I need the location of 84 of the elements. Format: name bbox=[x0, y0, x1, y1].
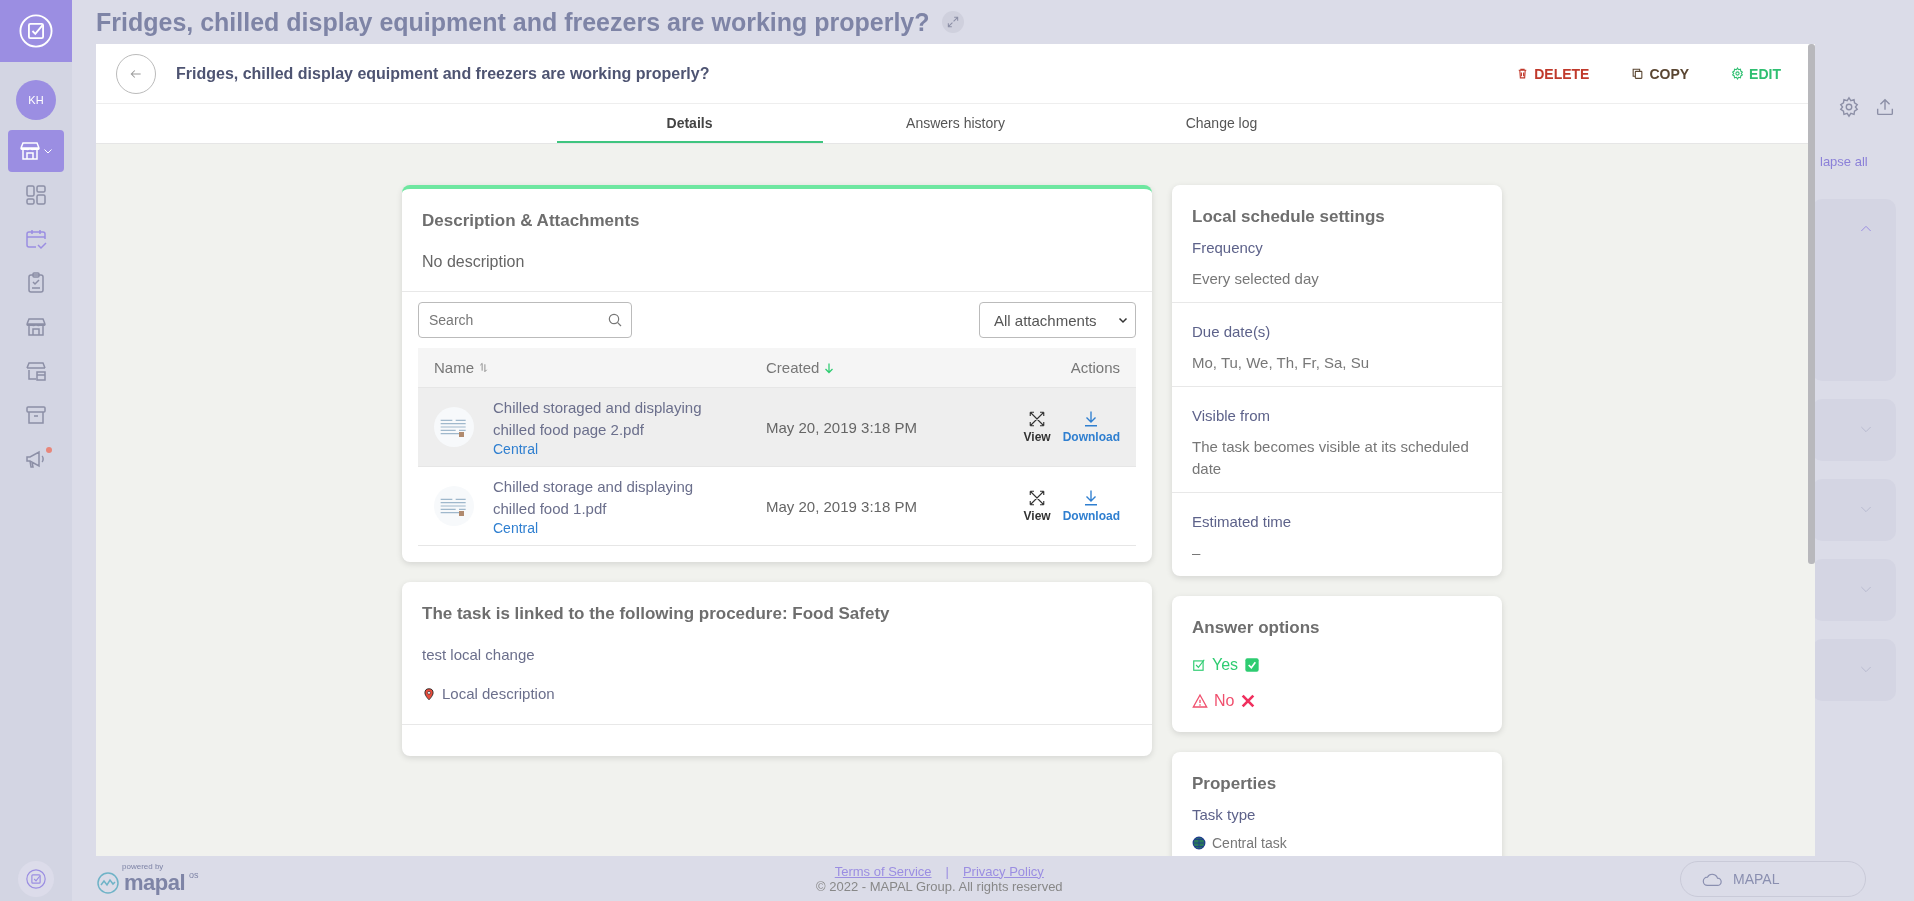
document-thumbnail bbox=[434, 486, 474, 526]
field-label: Visible from bbox=[1192, 407, 1272, 424]
archive-box-icon bbox=[24, 403, 48, 427]
field-value: Mo, Tu, We, Th, Fr, Sa, Su bbox=[1192, 353, 1370, 373]
sort-arrows-icon[interactable] bbox=[478, 362, 489, 373]
card-title: Description & Attachments bbox=[422, 211, 641, 231]
checkbox-logo-icon bbox=[19, 14, 53, 48]
source-label: Central bbox=[493, 520, 540, 536]
description-text: No description bbox=[422, 253, 526, 271]
page-title: Fridges, chilled display equipment and freezers are working properly? bbox=[96, 7, 930, 37]
expand-arrows-icon bbox=[1028, 489, 1047, 507]
cross-icon bbox=[1240, 693, 1257, 709]
delete-button[interactable]: DELETE bbox=[1512, 61, 1594, 86]
checkbox-outline-icon bbox=[1192, 658, 1206, 672]
location-label: Local description bbox=[442, 685, 555, 702]
checkbox-icon bbox=[25, 868, 47, 890]
download-button[interactable]: Download bbox=[1062, 489, 1120, 523]
scrollbar-thumb[interactable] bbox=[1808, 44, 1815, 564]
store-calendar-icon bbox=[24, 359, 48, 383]
arrow-down-icon[interactable] bbox=[823, 361, 836, 374]
modal-title: Fridges, chilled display equipment and freezers are working properly? bbox=[176, 64, 711, 83]
tab[interactable]: Details bbox=[556, 104, 823, 143]
view-button[interactable]: View bbox=[1023, 410, 1051, 444]
procedure-text: test local change bbox=[422, 646, 536, 663]
column-header[interactable]: Name bbox=[434, 359, 474, 376]
attachments-dropdown[interactable]: All attachments bbox=[979, 302, 1136, 338]
tab[interactable]: Answers history bbox=[822, 104, 1089, 143]
app-logo[interactable] bbox=[0, 0, 72, 62]
field-label: Task type bbox=[1192, 806, 1257, 823]
checkbox-filled-icon bbox=[1244, 657, 1261, 673]
tab[interactable]: Change log bbox=[1088, 104, 1355, 143]
location-pin-icon bbox=[422, 685, 436, 702]
field-label: Frequency bbox=[1192, 239, 1264, 256]
copy-icon bbox=[1631, 67, 1645, 80]
created-date: May 20, 2019 3:18 PM bbox=[766, 497, 917, 515]
expand-arrows-icon bbox=[1028, 410, 1047, 428]
copy-button[interactable]: COPY bbox=[1627, 61, 1694, 86]
settings-icon bbox=[1731, 67, 1745, 80]
answer-label: No bbox=[1214, 692, 1235, 710]
link-separator: | bbox=[945, 863, 949, 879]
card-title: The task is linked to the following procedure: Food Safety bbox=[422, 604, 891, 624]
help-button[interactable] bbox=[18, 861, 54, 897]
field-value: – bbox=[1192, 543, 1202, 563]
column-header[interactable]: Created bbox=[766, 359, 820, 376]
field-value: The task becomes visible at its scheduled date bbox=[1192, 437, 1470, 479]
dashboard-icon bbox=[24, 183, 48, 207]
view-button[interactable]: View bbox=[1023, 489, 1051, 523]
cloud-button-label: MAPAL bbox=[1733, 870, 1780, 887]
card-title: Answer options bbox=[1192, 618, 1321, 638]
back-button[interactable] bbox=[116, 53, 156, 94]
wave-logo-icon bbox=[96, 870, 120, 895]
file-name[interactable]: Chilled storage and displaying chilled food 1.pdf bbox=[493, 476, 713, 520]
field-value: Every selected day bbox=[1192, 269, 1320, 289]
source-label: Central bbox=[493, 441, 540, 457]
calendar-check-icon bbox=[24, 227, 48, 251]
field-label: Due date(s) bbox=[1192, 323, 1272, 340]
search-icon bbox=[607, 312, 623, 328]
created-date: May 20, 2019 3:18 PM bbox=[766, 418, 917, 436]
sidebar-item[interactable] bbox=[8, 130, 64, 172]
answer-label: Yes bbox=[1212, 656, 1239, 674]
attachment-row[interactable]: Chilled storage and displaying chilled food 1.pdf Central May 20, 2019 3:18 PM View Download bbox=[418, 467, 1136, 546]
powered-by-text: powered by bbox=[122, 862, 165, 871]
expand-button[interactable] bbox=[941, 11, 964, 33]
column-header: Actions bbox=[1070, 359, 1120, 376]
document-thumbnail bbox=[434, 407, 474, 447]
warning-triangle-icon bbox=[1192, 693, 1208, 709]
field-label: Estimated time bbox=[1192, 513, 1293, 530]
attachment-row[interactable]: Chilled storaged and displaying chilled food page 2.pdf Central May 20, 2019 3:18 PM View Download bbox=[418, 388, 1136, 467]
brand-suffix: os bbox=[189, 870, 199, 880]
globe-icon bbox=[1192, 836, 1206, 850]
expand-arrows-icon bbox=[945, 15, 960, 29]
store-icon bbox=[24, 315, 48, 339]
upload-icon[interactable] bbox=[1874, 96, 1896, 118]
settings-icon[interactable] bbox=[1838, 96, 1860, 118]
card-title: Properties bbox=[1192, 774, 1278, 794]
field-value: Central task bbox=[1212, 835, 1287, 851]
copyright-text: © 2022 - MAPAL Group. All rights reserved bbox=[816, 878, 1063, 894]
card-title: Local schedule settings bbox=[1192, 207, 1386, 227]
file-name[interactable]: Chilled storaged and displaying chilled food page 2.pdf bbox=[493, 397, 713, 441]
brand-name: mapal bbox=[124, 871, 186, 894]
store-icon bbox=[18, 139, 42, 163]
download-button[interactable]: Download bbox=[1062, 410, 1120, 444]
search-field[interactable]: Search bbox=[418, 302, 632, 338]
user-avatar[interactable]: KH bbox=[16, 80, 56, 120]
